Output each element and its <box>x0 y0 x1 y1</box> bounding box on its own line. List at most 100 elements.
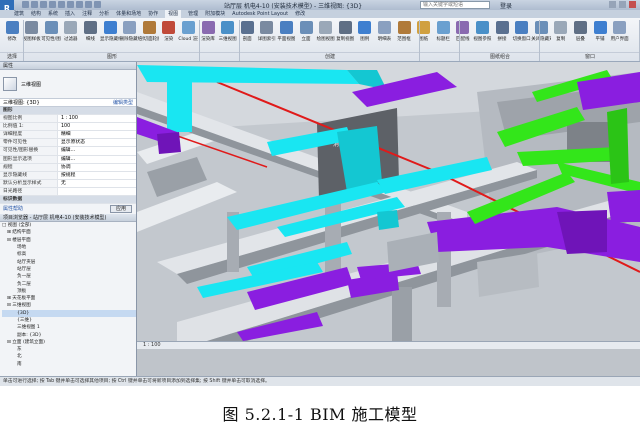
browser-tree-item[interactable]: ⊟ 三维视图 <box>2 302 136 309</box>
ribbon-button-17[interactable]: 复制视图 <box>335 21 355 51</box>
ribbon-button-8[interactable]: 渲染 <box>159 21 179 51</box>
text-icon[interactable] <box>76 1 83 8</box>
browser-tree-item[interactable]: {三维} <box>2 317 136 324</box>
save-icon[interactable] <box>31 1 38 8</box>
ribbon-button-12[interactable]: 剖面 <box>237 21 257 51</box>
tab-11[interactable]: Autodesk Point Layout <box>232 10 288 18</box>
ribbon-button-9[interactable]: Cloud 渲染 <box>178 21 198 51</box>
ribbon-button-10[interactable]: 渲染库 <box>198 21 218 51</box>
print-icon[interactable] <box>58 1 65 8</box>
ribbon-button-18[interactable]: 图例 <box>355 21 375 51</box>
maximize-icon[interactable] <box>619 1 626 8</box>
properties-help-link[interactable]: 属性帮助 <box>3 204 23 214</box>
ribbon-button-4[interactable]: 细线 <box>80 21 100 51</box>
ribbon-button-20[interactable]: 范围框 <box>394 21 414 51</box>
ribbon-button-6[interactable]: 删除隐藏线 <box>120 21 140 51</box>
ribbon-button-16[interactable]: 绘图视图 <box>316 21 336 51</box>
edit-type-button[interactable]: 编辑类型 <box>113 99 133 106</box>
ribbon-button-27[interactable]: 关闭隐藏对象 <box>531 21 551 51</box>
ribbon-button-28[interactable]: 复制 <box>551 21 571 51</box>
browser-tree-item[interactable]: ⊟ 立面 (建筑立面) <box>2 339 136 346</box>
property-value[interactable]: 编辑... <box>58 147 136 155</box>
ribbon-button-13[interactable]: 详图索引 <box>257 21 277 51</box>
ribbon-button-19[interactable]: 明细表 <box>374 21 394 51</box>
ribbon-button-30[interactable]: 平铺 <box>590 21 610 51</box>
browser-tree-item[interactable]: 站厅层 <box>2 266 136 273</box>
browser-tree-item[interactable]: □ 视图 (全部) <box>2 222 136 229</box>
ribbon-button-5[interactable]: 显示隐藏线 <box>100 21 120 51</box>
property-section[interactable]: 标识数据 <box>0 196 136 205</box>
view-scale[interactable]: 1 : 100 <box>143 342 161 348</box>
tab-7[interactable]: 协作 <box>148 10 158 18</box>
ribbon-button-2[interactable]: 可见性/图形 <box>41 21 61 51</box>
tab-5[interactable]: 分析 <box>99 10 109 18</box>
ribbon-button-15[interactable]: 立面 <box>296 21 316 51</box>
browser-tree-item[interactable]: 顶板 <box>2 288 136 295</box>
browser-tree-item[interactable]: 场地 <box>2 244 136 251</box>
3d-view-icon[interactable] <box>85 1 92 8</box>
help-search-input[interactable]: 输入关键字或短语 <box>420 1 490 9</box>
tab-2[interactable]: 系统 <box>48 10 58 18</box>
property-section[interactable]: 图形 <box>0 107 136 116</box>
sign-in-link[interactable]: 登录 <box>500 1 512 10</box>
undo-icon[interactable] <box>40 1 47 8</box>
ribbon-icon-9 <box>181 21 195 34</box>
browser-tree-item[interactable]: 负二层 <box>2 281 136 288</box>
ribbon-button-26[interactable]: 切换窗口 <box>512 21 532 51</box>
browser-tree-item[interactable]: 站厅夹层 <box>2 259 136 266</box>
tab-9[interactable]: 管理 <box>188 10 198 18</box>
open-icon[interactable] <box>22 1 29 8</box>
redo-icon[interactable] <box>49 1 56 8</box>
ribbon-button-24[interactable]: 视图参照 <box>472 21 492 51</box>
property-value[interactable]: 按规程 <box>58 171 136 179</box>
ribbon-button-1[interactable]: 视图样板 <box>22 21 42 51</box>
browser-tree-item[interactable]: 北 <box>2 353 136 360</box>
tab-1[interactable]: 结构 <box>31 10 41 18</box>
ribbon-button-23[interactable]: 匹配线 <box>453 21 473 51</box>
measure-icon[interactable] <box>67 1 74 8</box>
ribbon-button-29[interactable]: 层叠 <box>570 21 590 51</box>
tab-12[interactable]: 修改 <box>295 10 305 18</box>
ribbon-button-25[interactable]: 拼接 <box>492 21 512 51</box>
ribbon-button-21[interactable]: 图纸 <box>414 21 434 51</box>
property-value[interactable]: 协调 <box>58 163 136 171</box>
minimize-icon[interactable] <box>609 1 616 8</box>
ribbon-button-0[interactable]: 修改 <box>2 21 22 51</box>
3d-viewport[interactable]: 消防泵房 <box>137 62 640 341</box>
browser-tree-item[interactable]: {3D} <box>2 309 136 317</box>
property-value[interactable]: 显示原状态 <box>58 139 136 147</box>
tab-8[interactable]: 视图 <box>165 10 182 18</box>
browser-tree-item[interactable]: ⊞ 天花板平面 <box>2 295 136 302</box>
tab-10[interactable]: 附加模块 <box>205 10 225 18</box>
property-value[interactable] <box>58 187 136 196</box>
property-value[interactable]: 100 <box>58 123 136 131</box>
browser-tree-item[interactable]: ⊞ 结构平面 <box>2 229 136 236</box>
apply-button[interactable]: 应用 <box>109 205 132 214</box>
close-icon[interactable] <box>629 1 636 8</box>
ribbon-button-11[interactable]: 三维视图 <box>218 21 238 51</box>
tab-3[interactable]: 插入 <box>65 10 75 18</box>
browser-tree-item[interactable]: ⊟ 楼层平面 <box>2 237 136 244</box>
ribbon-button-31[interactable]: 用户界面 <box>610 21 630 51</box>
ribbon-button-3[interactable]: 过滤器 <box>61 21 81 51</box>
view-control-bar[interactable]: 1 : 100 <box>137 341 640 349</box>
browser-tree-item[interactable]: 副本: {3D} <box>2 332 136 339</box>
instance-selector[interactable]: 三维视图: {3D} 编辑类型 <box>0 98 136 107</box>
property-value[interactable]: 精细 <box>58 131 136 139</box>
property-value[interactable]: 编辑... <box>58 155 136 163</box>
tab-0[interactable]: 建筑 <box>14 10 24 18</box>
ribbon-button-14[interactable]: 平面视图 <box>276 21 296 51</box>
tab-4[interactable]: 注释 <box>82 10 92 18</box>
browser-tree-item[interactable]: 东 <box>2 346 136 353</box>
tab-6[interactable]: 体量和场地 <box>116 10 141 18</box>
browser-tree-item[interactable]: 南 <box>2 361 136 368</box>
property-value[interactable]: 1 : 100 <box>58 115 136 123</box>
property-value[interactable]: 无 <box>58 179 136 187</box>
ribbon-button-22[interactable]: 标题栏 <box>433 21 453 51</box>
type-selector[interactable]: 三维视图 <box>0 70 136 98</box>
ribbon-button-7[interactable]: 剖切面轮廓 <box>139 21 159 51</box>
browser-tree-item[interactable]: 标高 <box>2 251 136 258</box>
browser-tree-item[interactable]: 三维视图 1 <box>2 324 136 331</box>
browser-tree-item[interactable]: 负一层 <box>2 273 136 280</box>
section-icon[interactable] <box>94 1 101 8</box>
